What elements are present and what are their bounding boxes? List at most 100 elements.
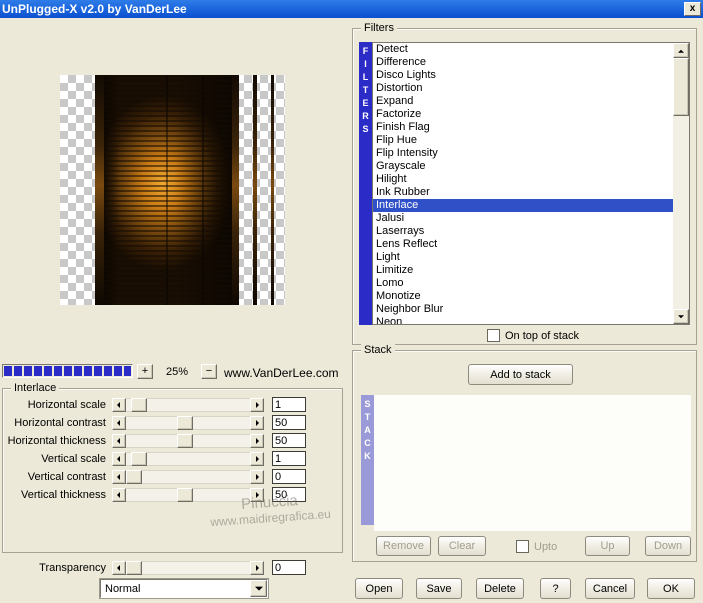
up-button[interactable]: Up [585, 536, 630, 556]
slider[interactable] [112, 487, 264, 502]
cancel-button[interactable]: Cancel [585, 578, 635, 599]
blend-mode-value: Normal [105, 582, 141, 595]
chevron-right-icon[interactable] [250, 415, 264, 430]
chevron-left-icon[interactable] [112, 415, 126, 430]
scrollbar-thumb[interactable] [673, 58, 689, 116]
slider-thumb[interactable] [176, 415, 193, 430]
chevron-left-icon[interactable] [112, 451, 126, 466]
filter-item[interactable]: Light [373, 251, 673, 264]
vertical-letter: A [364, 425, 371, 435]
slider-track[interactable] [126, 469, 250, 484]
zoom-in-button[interactable]: + [137, 364, 153, 379]
chevron-right-icon[interactable] [250, 560, 264, 575]
filter-item[interactable]: Distortion [373, 82, 673, 95]
slider-value-input[interactable] [272, 433, 306, 448]
preview-stripe [95, 75, 104, 305]
slider-thumb[interactable] [131, 397, 148, 412]
filter-item[interactable]: Lens Reflect [373, 238, 673, 251]
filter-item[interactable]: Interlace [373, 199, 673, 212]
filter-item[interactable]: Finish Flag [373, 121, 673, 134]
filter-item[interactable]: Jalusi [373, 212, 673, 225]
slider[interactable] [112, 397, 264, 412]
remove-button[interactable]: Remove [376, 536, 431, 556]
chevron-left-icon[interactable] [112, 397, 126, 412]
slider-value-input[interactable] [272, 469, 306, 484]
upto-checkbox[interactable] [516, 540, 529, 553]
slider[interactable] [112, 433, 264, 448]
filters-list[interactable]: Detect Difference Disco Lights Distortion Ex… [372, 42, 690, 325]
filter-item[interactable]: Laserrays [373, 225, 673, 238]
delete-button[interactable]: Delete [476, 578, 524, 599]
on-top-of-stack-checkbox[interactable] [487, 329, 500, 342]
filter-item[interactable]: Ink Rubber [373, 186, 673, 199]
slider[interactable] [112, 469, 264, 484]
scroll-up-icon[interactable] [673, 43, 689, 58]
slider-value-input[interactable] [272, 560, 306, 575]
clear-button[interactable]: Clear [438, 536, 486, 556]
add-to-stack-button[interactable]: Add to stack [468, 364, 573, 385]
save-button[interactable]: Save [416, 578, 462, 599]
slider-value-input[interactable] [272, 487, 306, 502]
slider-track[interactable] [126, 451, 250, 466]
filter-item[interactable]: Neon [373, 316, 673, 324]
stack-list[interactable] [374, 395, 691, 531]
close-icon[interactable]: x [684, 2, 701, 16]
chevron-left-icon[interactable] [112, 487, 126, 502]
chevron-right-icon[interactable] [250, 469, 264, 484]
plugin-dialog: UnPlugged-X v2.0 by VanDerLee x + 25% − … [0, 0, 703, 603]
blend-mode-select[interactable]: Normal [99, 578, 269, 599]
scroll-down-icon[interactable] [673, 309, 689, 324]
filters-scrollbar[interactable] [673, 43, 689, 324]
preview-main-content [104, 75, 232, 305]
slider-thumb[interactable] [131, 451, 148, 466]
filter-item[interactable]: Difference [373, 56, 673, 69]
chevron-right-icon[interactable] [250, 487, 264, 502]
filter-item[interactable]: Limitize [373, 264, 673, 277]
slider-value-input[interactable] [272, 451, 306, 466]
filter-item[interactable]: Monotize [373, 290, 673, 303]
zoom-out-button[interactable]: − [201, 364, 217, 379]
slider-thumb[interactable] [176, 487, 193, 502]
slider-thumb[interactable] [126, 469, 142, 484]
website-link[interactable]: www.VanDerLee.com [224, 366, 339, 380]
filter-item[interactable]: Grayscale [373, 160, 673, 173]
slider-track[interactable] [126, 397, 250, 412]
slider-track[interactable] [126, 487, 250, 502]
chevron-down-icon[interactable] [250, 580, 267, 597]
slider-row: Horizontal thickness [2, 433, 332, 448]
slider-track[interactable] [126, 433, 250, 448]
slider-thumb[interactable] [126, 560, 142, 575]
slider[interactable] [112, 451, 264, 466]
chevron-right-icon[interactable] [250, 451, 264, 466]
filter-item[interactable]: Expand [373, 95, 673, 108]
slider-thumb[interactable] [176, 433, 193, 448]
slider[interactable] [112, 560, 264, 575]
slider-value-input[interactable] [272, 415, 306, 430]
down-button[interactable]: Down [645, 536, 691, 556]
filter-item[interactable]: Flip Intensity [373, 147, 673, 160]
preview-image[interactable] [60, 75, 285, 305]
filter-item[interactable]: Detect [373, 43, 673, 56]
filter-item[interactable]: Factorize [373, 108, 673, 121]
slider-value-input[interactable] [272, 397, 306, 412]
filter-item[interactable]: Neighbor Blur [373, 303, 673, 316]
stack-vertical-label: STACK [361, 395, 374, 525]
chevron-left-icon[interactable] [112, 560, 126, 575]
filter-item[interactable]: Flip Hue [373, 134, 673, 147]
filter-item[interactable]: Disco Lights [373, 69, 673, 82]
ok-button[interactable]: OK [647, 578, 695, 599]
slider[interactable] [112, 415, 264, 430]
filter-item[interactable]: Lomo [373, 277, 673, 290]
slider-track[interactable] [126, 560, 250, 575]
filter-item[interactable]: Hilight [373, 173, 673, 186]
zoom-level: 25% [165, 366, 189, 378]
chevron-right-icon[interactable] [250, 433, 264, 448]
chevron-left-icon[interactable] [112, 469, 126, 484]
chevron-left-icon[interactable] [112, 433, 126, 448]
open-button[interactable]: Open [355, 578, 403, 599]
help-button[interactable]: ? [540, 578, 571, 599]
titlebar[interactable]: UnPlugged-X v2.0 by VanDerLee x [0, 0, 703, 18]
on-top-of-stack-label: On top of stack [505, 329, 579, 342]
slider-track[interactable] [126, 415, 250, 430]
chevron-right-icon[interactable] [250, 397, 264, 412]
